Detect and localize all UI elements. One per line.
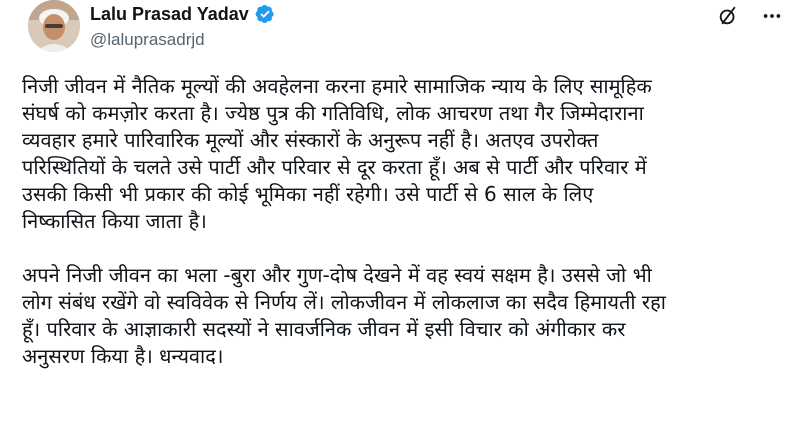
header-actions — [716, 4, 784, 28]
author-handle[interactable]: @laluprasadrjd — [90, 30, 275, 50]
post-paragraph-2: अपने निजी जीवन का भला -बुरा और गुण-दोष द… — [22, 263, 666, 368]
display-name-row: Lalu Prasad Yadav — [90, 2, 275, 26]
post-text: निजी जीवन में नैतिक मूल्यों की अवहेलना क… — [22, 73, 782, 370]
verified-badge-icon — [255, 4, 275, 24]
display-name[interactable]: Lalu Prasad Yadav — [90, 4, 249, 25]
avatar[interactable] — [28, 0, 80, 52]
author-block: Lalu Prasad Yadav @laluprasadrjd — [90, 2, 275, 50]
more-options-icon[interactable] — [760, 4, 784, 28]
post-paragraph-1: निजी जीवन में नैतिक मूल्यों की अवहेलना क… — [22, 74, 652, 233]
grok-icon[interactable] — [716, 4, 740, 28]
avatar-photo — [28, 0, 80, 52]
post-header: Lalu Prasad Yadav @laluprasadrjd — [16, 0, 784, 58]
